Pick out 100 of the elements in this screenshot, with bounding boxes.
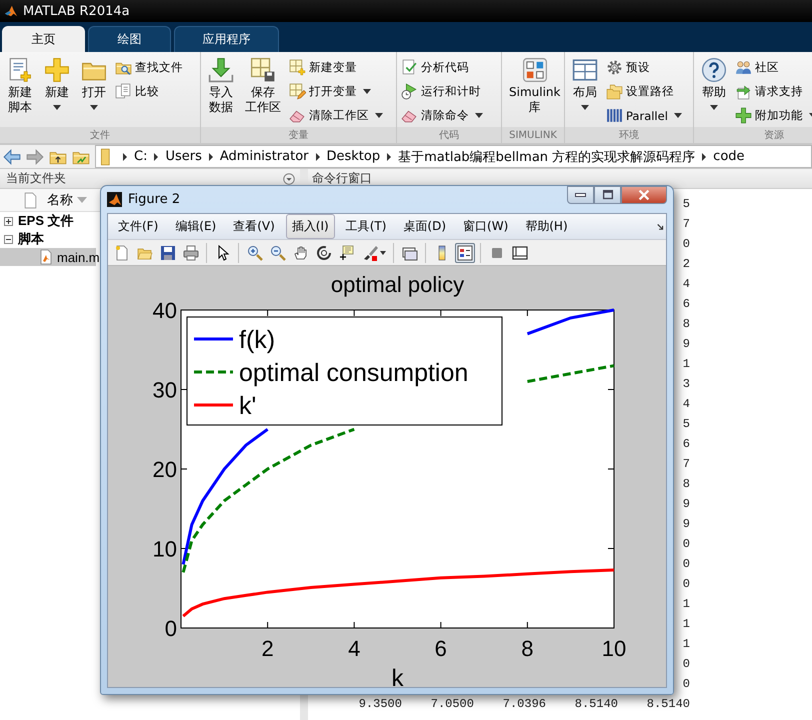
dock-arrow-icon[interactable] — [655, 221, 666, 232]
ribbon-button[interactable]: 帮助 — [698, 57, 730, 127]
forward-arrow-icon[interactable] — [26, 148, 44, 166]
separator-icon — [702, 152, 706, 160]
legend-label: k' — [239, 392, 256, 420]
section-label: 环境 — [565, 127, 693, 143]
menu-item[interactable]: 文件(F) — [112, 214, 164, 239]
ribbon-tab[interactable]: 应用程序 — [174, 26, 279, 52]
ribbon-button[interactable]: 比较 — [115, 82, 183, 101]
ribbon-button[interactable]: 附加功能 — [735, 106, 812, 125]
output-line: 0 — [682, 576, 690, 593]
minimize-button[interactable] — [567, 186, 594, 204]
collapse-icon[interactable] — [4, 234, 13, 244]
section-label: SIMULINK — [502, 127, 564, 143]
tick-label: 40 — [152, 298, 177, 323]
output-line: 6 — [682, 296, 690, 313]
panel-window-icon — [512, 244, 528, 260]
column-header[interactable]: 名称 — [47, 191, 87, 209]
output-line: 0 — [682, 536, 690, 553]
output-line: 6 — [682, 436, 690, 453]
menu-item[interactable]: 查看(V) — [227, 214, 281, 239]
output-line: 0 — [682, 236, 690, 253]
output-line: 0 — [682, 676, 690, 693]
menu-item[interactable]: 窗口(W) — [457, 214, 514, 239]
ribbon-button[interactable]: 新建变量 — [289, 58, 386, 77]
save-icon — [160, 244, 176, 260]
toolbar-button[interactable] — [455, 242, 475, 262]
output-line: 9 — [682, 336, 690, 353]
menu-item[interactable]: 编辑(E) — [169, 214, 222, 239]
dropdown-circle-icon[interactable] — [282, 172, 296, 186]
ribbon-tab[interactable]: 主页 — [2, 26, 85, 52]
script-file-icon — [38, 249, 54, 265]
output-line: 1 — [682, 636, 690, 653]
ribbon-button[interactable]: 社区 — [735, 58, 812, 77]
import-arrow-icon — [208, 57, 234, 83]
ribbon-button[interactable]: 打开 — [78, 57, 110, 127]
address-field[interactable]: C: Users Administrator Desktop 基于matlab编程bellman 方程的实现求解源码程序 code — [95, 145, 812, 168]
menu-item[interactable]: 桌面(D) — [397, 214, 452, 239]
ribbon-button[interactable]: 新建 脚本 — [4, 57, 36, 127]
people-icon — [735, 59, 752, 76]
plus-icon — [44, 57, 70, 83]
tree-item[interactable]: EPS 文件 — [0, 212, 96, 230]
ribbon-button[interactable]: Parallel — [606, 106, 685, 125]
sort-caret-icon — [77, 197, 87, 203]
tick-label: 0 — [164, 616, 177, 641]
path-segment[interactable]: 基于matlab编程bellman 方程的实现求解源码程序 — [398, 148, 696, 166]
ribbon-button[interactable]: 运行和计时 — [401, 82, 486, 101]
path-segment[interactable]: Administrator — [220, 149, 308, 164]
path-segment[interactable]: code — [713, 149, 745, 164]
gear-icon — [606, 59, 623, 76]
ribbon-button[interactable]: 打开变量 — [289, 82, 386, 101]
ribbon-button[interactable]: 预设 — [606, 58, 685, 77]
tick-label: 10 — [152, 536, 177, 562]
section-label: 代码 — [397, 127, 501, 143]
path-segment[interactable]: C: — [134, 149, 148, 164]
output-line: 0 — [682, 656, 690, 673]
ribbon-button[interactable]: 分析代码 — [401, 58, 486, 77]
back-arrow-icon[interactable] — [3, 148, 21, 166]
path-segment[interactable]: Users — [165, 149, 202, 164]
ribbon-button[interactable]: 清除工作区 — [289, 106, 386, 125]
ribbon-button[interactable]: 清除命令 — [401, 106, 486, 125]
legend-swatch — [194, 338, 233, 340]
legend-label: f(k) — [239, 326, 276, 354]
close-button[interactable] — [621, 186, 667, 204]
separator-icon — [387, 152, 392, 160]
help-icon — [701, 57, 727, 83]
data-cursor-icon — [339, 244, 355, 260]
ribbon-button[interactable]: 设置路径 — [606, 82, 685, 101]
maximize-button[interactable] — [594, 186, 621, 204]
grid-pencil-icon — [289, 83, 306, 100]
output-line: 7 — [682, 456, 690, 473]
ribbon-tab[interactable]: 绘图 — [88, 26, 171, 52]
layout-grid-icon — [572, 57, 598, 83]
ribbon-button[interactable]: 布局 — [569, 57, 601, 127]
path-segment[interactable]: Desktop — [326, 149, 380, 164]
menu-item[interactable]: 帮助(H) — [519, 214, 574, 239]
ribbon-button[interactable]: 请求支持 — [735, 82, 812, 101]
ribbon-button[interactable]: 保存 工作区 — [242, 57, 284, 127]
bars-icon — [606, 107, 623, 124]
tree-item[interactable]: 脚本 — [0, 230, 96, 248]
ribbon-button[interactable]: 导入 数据 — [205, 57, 237, 127]
hand-icon — [293, 244, 309, 260]
output-line: 1 — [682, 616, 690, 633]
panel-title: 命令行窗口 — [312, 170, 372, 187]
rotate-icon — [316, 244, 332, 260]
ribbon-button[interactable]: Simulink 库 — [506, 57, 564, 127]
legend-icon — [457, 244, 473, 260]
output-line: 9 — [682, 516, 690, 533]
expand-icon[interactable] — [4, 216, 13, 226]
menu-item[interactable]: 插入(I) — [286, 214, 335, 239]
output-line: 5 — [682, 196, 690, 213]
ribbon-button[interactable]: 查找文件 — [115, 58, 183, 77]
output-line: 3 — [682, 376, 690, 393]
ribbon-button[interactable]: 新建 — [41, 57, 73, 127]
output-line: 4 — [682, 396, 690, 413]
block-diagram-icon — [522, 57, 548, 83]
output-line: 9 — [682, 496, 690, 513]
arrow-document-icon — [735, 83, 752, 100]
caret-icon — [380, 250, 386, 254]
menu-item[interactable]: 工具(T) — [340, 214, 392, 239]
